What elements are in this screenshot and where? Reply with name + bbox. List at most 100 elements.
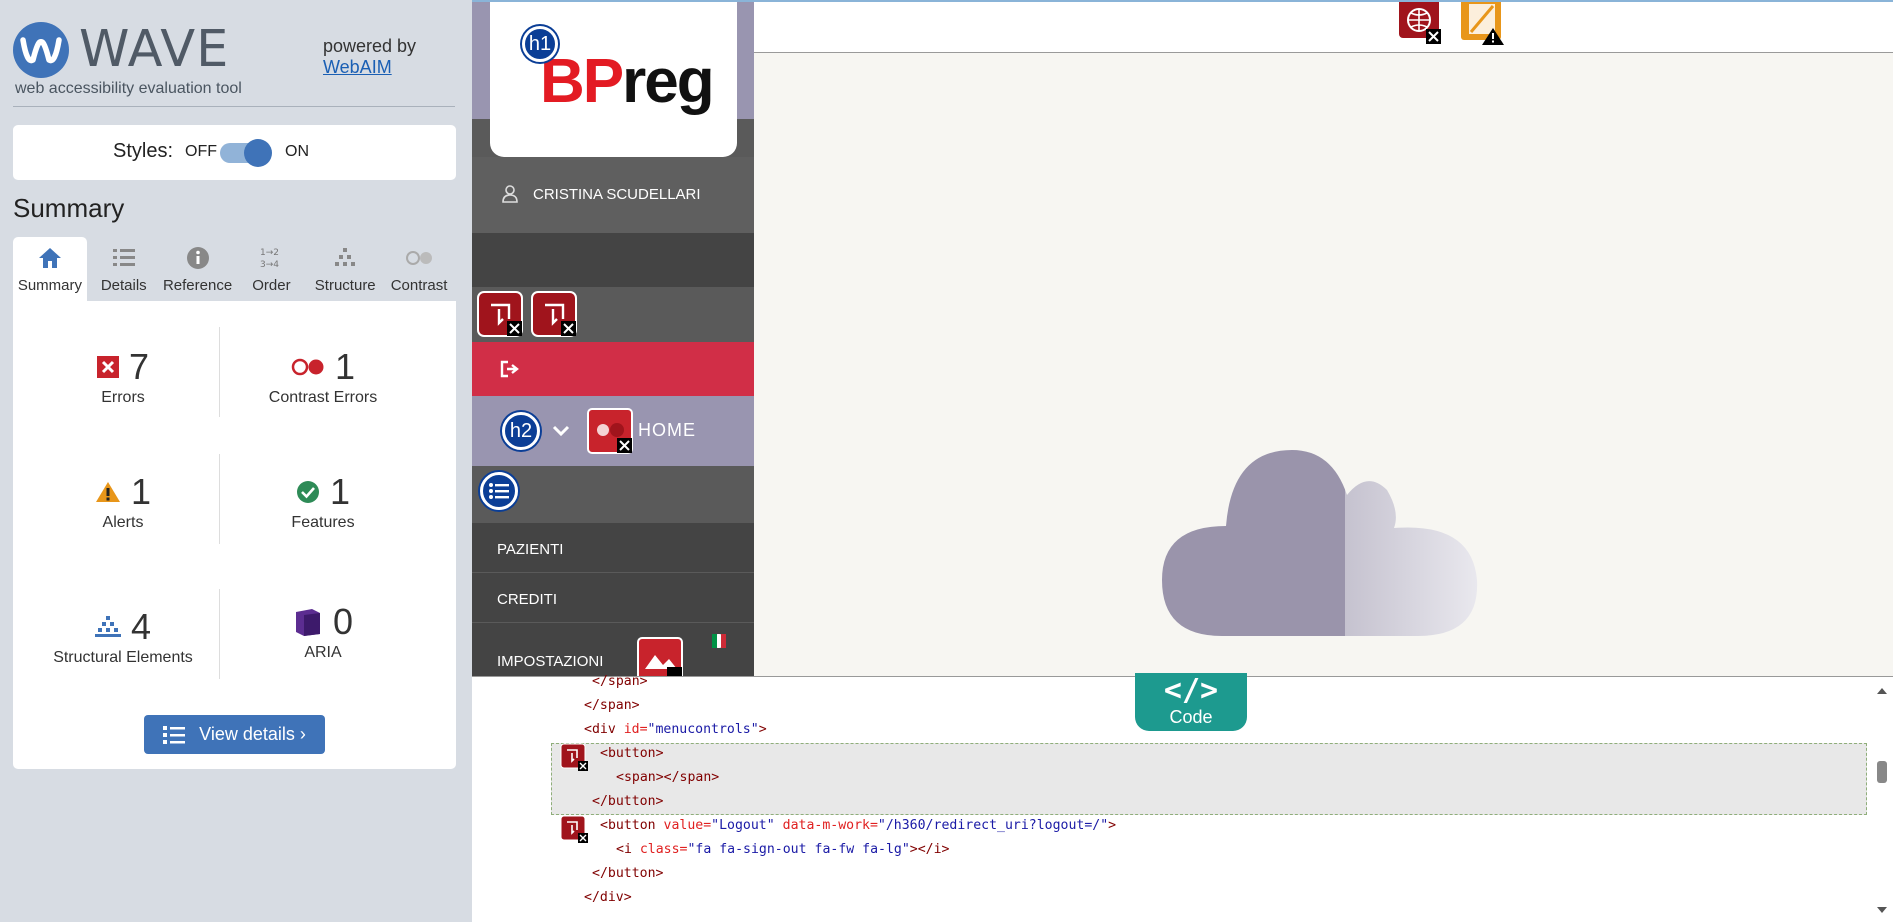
stat-aria: 0 ARIA — [223, 601, 423, 662]
cloud-image — [1162, 450, 1478, 636]
wave-sidebar: WAVE web accessibility evaluation tool p… — [0, 0, 472, 922]
stat-errors: 7 Errors — [23, 346, 223, 407]
menu-item-crediti[interactable]: CREDITI — [472, 572, 754, 622]
menu-label: CREDITI — [497, 591, 557, 608]
code-line: <button value="Logout" data-m-work="/h36… — [600, 818, 1117, 833]
feature-icon — [296, 481, 319, 503]
chevron-down-icon — [552, 425, 570, 437]
styles-label: Styles: — [113, 140, 174, 162]
code-line: </span> — [584, 698, 640, 713]
code-tab-label: Code — [1169, 707, 1213, 727]
contrast-errors-count: 1 — [334, 346, 356, 387]
menu-controls — [472, 287, 754, 342]
code-line: </span> — [592, 674, 648, 689]
stat-structural: 4 Structural Elements — [23, 606, 223, 667]
wave-tagline: web accessibility evaluation tool — [15, 80, 242, 97]
error-button-empty-icon[interactable] — [477, 291, 523, 342]
contrast-errors-label: Contrast Errors — [268, 389, 378, 406]
code-line: </div> — [584, 890, 632, 905]
tab-label: Structure — [314, 277, 376, 294]
tab-details[interactable]: Details — [87, 237, 161, 301]
list-icon — [163, 725, 186, 744]
aria-count: 0 — [332, 601, 354, 642]
user-row[interactable]: CRISTINA SCUDELLARI — [472, 157, 754, 233]
stat-alerts: 1 Alerts — [23, 471, 223, 532]
tab-structure[interactable]: Structure — [308, 237, 382, 301]
code-line: <div id="menucontrols"> — [584, 722, 767, 737]
home-icon — [38, 248, 61, 268]
highlighted-code-block — [551, 743, 1867, 815]
menu-item-pazienti[interactable]: PAZIENTI — [472, 522, 754, 572]
wave-logo: WAVE web accessibility evaluation tool p… — [13, 20, 453, 106]
styles-off-label: OFF — [185, 143, 217, 160]
alert-missing-icon[interactable] — [1459, 0, 1505, 51]
nav-home[interactable]: h2 HOME — [472, 396, 754, 466]
tab-summary[interactable]: Summary — [13, 237, 87, 301]
divider — [13, 106, 455, 107]
menu-label: PAZIENTI — [497, 541, 564, 558]
language-error-icon[interactable] — [1399, 0, 1441, 49]
code-icon: </> — [1163, 673, 1219, 708]
error-icon — [96, 356, 119, 378]
tab-label: Contrast — [390, 277, 448, 294]
webaim-link[interactable]: WebAIM — [323, 57, 416, 78]
page-preview: BPreg h1 CRISTINA SCUDELLARI h2 HOME PAZ… — [472, 0, 1893, 683]
error-button-empty-icon[interactable] — [560, 815, 588, 847]
site-topbar — [754, 0, 1893, 53]
home-label: HOME — [638, 420, 696, 440]
error-button-empty-icon[interactable] — [531, 291, 577, 342]
code-panel: </> Code </span> </span> <div id="menucont… — [472, 673, 1893, 922]
code-scrollbar[interactable] — [1871, 677, 1893, 922]
contrast-icon — [406, 251, 433, 265]
styles-toggle[interactable] — [220, 139, 272, 167]
site-logo[interactable]: BPreg h1 — [490, 2, 737, 157]
code-toggle-tab[interactable]: </> Code — [1135, 673, 1247, 731]
tab-label: Details — [100, 277, 147, 294]
aria-label: ARIA — [304, 644, 342, 661]
errors-count: 7 — [128, 346, 150, 387]
site-left-nav: BPreg h1 CRISTINA SCUDELLARI h2 HOME PAZ… — [472, 2, 754, 683]
menu-label: IMPOSTAZIONI — [497, 653, 604, 670]
aria-icon — [295, 609, 320, 636]
contrast-error-badge-icon[interactable] — [587, 408, 633, 459]
order-icon: 1→23→4 — [260, 248, 279, 270]
code-line: </button> — [592, 866, 664, 881]
wave-logo-icon — [13, 22, 69, 78]
tab-label: Summary — [17, 277, 82, 294]
tab-contrast[interactable]: Contrast — [382, 237, 456, 301]
wave-tabs: Summary Details Reference 1→2 3→4 Order S… — [13, 237, 456, 301]
tab-order[interactable]: 1→2 3→4 Order — [234, 237, 308, 301]
structure-icon — [335, 248, 356, 266]
toggle-knob — [244, 139, 272, 167]
features-label: Features — [291, 514, 355, 531]
tab-reference[interactable]: Reference — [161, 237, 235, 301]
error-button-empty-icon[interactable] — [560, 743, 588, 775]
view-details-button[interactable]: View details › — [144, 715, 325, 754]
user-icon — [502, 185, 518, 203]
list-feature-icon[interactable] — [480, 472, 518, 510]
nav-list-area — [472, 466, 754, 522]
stat-divider — [219, 327, 220, 417]
contrast-error-icon — [291, 358, 324, 376]
stat-features: 1 Features — [223, 471, 423, 532]
structural-label: Structural Elements — [53, 649, 193, 666]
h1-badge-icon[interactable]: h1 — [522, 26, 558, 62]
menu-item-impostazioni[interactable]: IMPOSTAZIONI — [472, 622, 754, 683]
h2-badge-icon[interactable]: h2 — [502, 412, 540, 450]
stat-divider — [219, 454, 220, 544]
italian-flag-icon[interactable] — [712, 634, 726, 648]
powered-by-label: powered by — [323, 36, 417, 56]
summary-panel: Summary Details Reference 1→2 3→4 Order S… — [13, 237, 456, 769]
svg-text:3→4: 3→4 — [260, 260, 279, 270]
logout-button[interactable] — [472, 342, 754, 396]
nav-spacer — [472, 233, 754, 287]
user-name: CRISTINA SCUDELLARI — [533, 186, 701, 203]
summary-heading: Summary — [13, 193, 125, 223]
styles-toggle-box: Styles: OFF ON — [13, 125, 456, 180]
wave-title: WAVE — [79, 20, 230, 79]
structure-element-icon — [94, 616, 121, 637]
code-line: <span></span> — [616, 770, 720, 785]
sign-out-icon — [500, 360, 519, 378]
code-line: <i class="fa fa-sign-out fa-fw fa-lg"></… — [616, 842, 950, 857]
powered-by: powered by WebAIM — [323, 36, 416, 78]
